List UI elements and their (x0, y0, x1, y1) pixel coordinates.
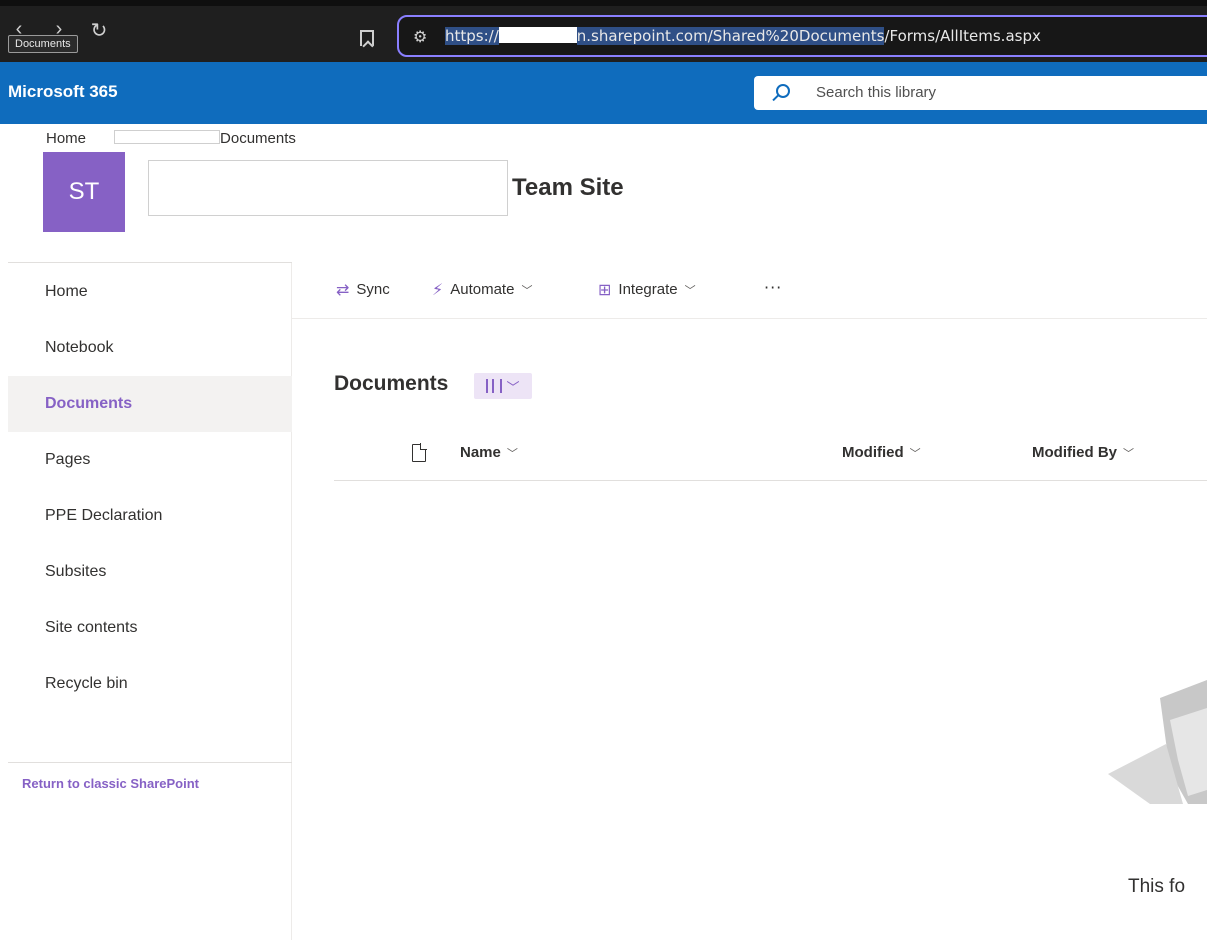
command-bar: ⇄ Sync ⚡ Automate ﹀ ⊞ Integrate ﹀ ··· (292, 262, 1207, 319)
breadcrumb-current[interactable]: Documents (220, 130, 296, 147)
tab-tooltip: Documents (8, 35, 78, 53)
library-icon (486, 379, 503, 393)
column-header-label: Modified (842, 444, 904, 461)
chevron-down-icon: ﹀ (506, 447, 518, 460)
url-prefix: https:// (445, 27, 499, 45)
chevron-down-icon: ﹀ (909, 447, 921, 460)
sync-button[interactable]: ⇄ Sync (336, 280, 390, 299)
integrate-icon: ⊞ (598, 280, 612, 299)
redacted-site-name (148, 160, 508, 216)
bookmark-icon[interactable] (360, 30, 374, 46)
integrate-label: Integrate (618, 281, 678, 298)
nav-item-recycle-bin[interactable]: Recycle bin (8, 656, 292, 712)
nav-item-home[interactable]: Home (8, 264, 292, 320)
sync-icon: ⇄ (336, 280, 350, 299)
nav-item-site-contents[interactable]: Site contents (8, 600, 292, 656)
integrate-button[interactable]: ⊞ Integrate ﹀ (598, 280, 696, 299)
column-header-label: Name (460, 444, 501, 461)
url-suffix: /Forms/AllItems.aspx (884, 27, 1041, 45)
view-options-button[interactable]: ﹀ (474, 373, 532, 399)
site-settings-icon[interactable]: ⚙ (413, 27, 427, 46)
search-input[interactable]: Search this library (754, 76, 1207, 110)
column-header-modified[interactable]: Modified ﹀ (842, 444, 921, 461)
breadcrumb: Home Documents (46, 130, 296, 147)
breadcrumb-home[interactable]: Home (46, 130, 86, 147)
sync-label: Sync (356, 281, 390, 298)
url-middle: n.sharepoint.com/Shared%20Documents (576, 27, 885, 45)
automate-label: Automate (450, 281, 515, 298)
chevron-down-icon: ﹀ (1123, 447, 1134, 460)
m365-suite-header: Microsoft 365 Search this library (0, 62, 1207, 124)
nav-item-subsites[interactable]: Subsites (8, 544, 292, 600)
more-options-icon[interactable]: ··· (764, 278, 782, 297)
site-logo[interactable]: ST (43, 152, 125, 232)
file-type-icon[interactable] (412, 443, 427, 462)
empty-state-message: This fo (1128, 876, 1186, 897)
browser-toolbar: ‹ › ↻ Documents ⚙ https://n.sharepoint.c… (0, 0, 1207, 62)
list-header-row: Name ﹀ Modified ﹀ Modified By ﹀ (334, 430, 1207, 481)
left-navigation: Home Notebook Documents Pages PPE Declar… (0, 262, 292, 940)
chevron-down-icon: ﹀ (506, 380, 520, 396)
return-to-classic-link[interactable]: Return to classic SharePoint (22, 776, 199, 791)
browser-tab-strip (0, 0, 1207, 6)
nav-top-divider (8, 262, 292, 263)
site-title[interactable]: Team Site (512, 174, 624, 202)
reload-icon[interactable]: ↻ (88, 18, 110, 43)
chevron-down-icon: ﹀ (521, 283, 533, 297)
column-header-label: Modified By (1032, 444, 1117, 461)
address-bar[interactable]: ⚙ https:// n.sharepoint.com/Shared%20Docu… (397, 15, 1207, 57)
column-header-name[interactable]: Name ﹀ (460, 444, 518, 461)
chevron-down-icon: ﹀ (684, 283, 696, 297)
automate-button[interactable]: ⚡ Automate ﹀ (432, 280, 532, 299)
search-icon (776, 84, 790, 98)
redacted-breadcrumb (114, 130, 221, 144)
redacted-tenant (498, 27, 577, 43)
empty-folder-illustration (1108, 680, 1207, 804)
nav-item-ppe-declaration[interactable]: PPE Declaration (8, 488, 292, 544)
automate-icon: ⚡ (432, 280, 444, 299)
column-header-modified-by[interactable]: Modified By ﹀ (1032, 444, 1134, 461)
nav-item-documents[interactable]: Documents (8, 376, 292, 432)
url-text[interactable]: https:// n.sharepoint.com/Shared%20Docume… (445, 27, 1041, 45)
library-title: Documents (334, 372, 449, 395)
nav-bottom-divider (8, 762, 292, 763)
nav-item-pages[interactable]: Pages (8, 432, 292, 488)
nav-item-notebook[interactable]: Notebook (8, 320, 292, 376)
app-launcher-title[interactable]: Microsoft 365 (8, 82, 118, 102)
search-placeholder: Search this library (816, 84, 937, 101)
